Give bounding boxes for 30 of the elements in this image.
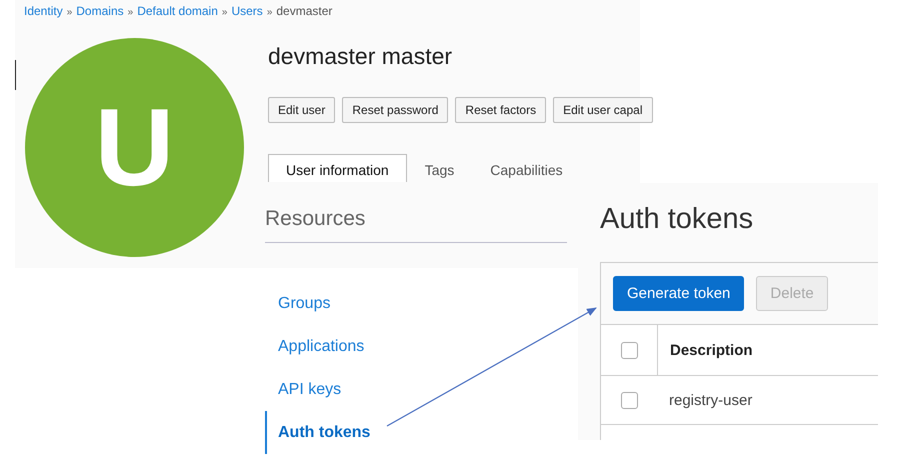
column-header: Description bbox=[669, 340, 753, 360]
breadcrumb-link[interactable]: Domains bbox=[76, 4, 124, 18]
breadcrumb-separator: » bbox=[222, 7, 228, 18]
breadcrumb-link[interactable]: Default domain bbox=[137, 4, 218, 18]
action-button[interactable]: Edit user bbox=[268, 97, 336, 123]
sidebar-link[interactable]: Groups bbox=[265, 282, 570, 325]
section-title: Resources bbox=[265, 207, 567, 243]
checkbox[interactable] bbox=[620, 392, 638, 408]
breadcrumb-current: devmaster bbox=[276, 4, 332, 18]
page-title: Auth tokens bbox=[600, 203, 754, 236]
tab[interactable]: Tags bbox=[406, 154, 472, 182]
sidebar-link[interactable]: Auth tokens bbox=[265, 411, 570, 454]
tab[interactable]: Capabilities bbox=[472, 154, 581, 182]
action-button[interactable]: Reset password bbox=[342, 97, 448, 123]
action-button[interactable]: Edit user capal bbox=[553, 97, 652, 123]
avatar: U bbox=[25, 38, 244, 257]
breadcrumb-separator: » bbox=[66, 7, 72, 18]
breadcrumb-link[interactable]: Identity bbox=[24, 4, 63, 18]
breadcrumb-link[interactable]: Users bbox=[231, 4, 263, 18]
user-name: devmaster master bbox=[268, 43, 454, 71]
generate-button[interactable]: Generate token bbox=[613, 276, 744, 311]
breadcrumb-separator: » bbox=[128, 7, 134, 18]
text-cursor bbox=[15, 60, 16, 90]
sidebar-link[interactable]: API keys bbox=[265, 368, 570, 411]
checkbox[interactable] bbox=[620, 342, 638, 358]
breadcrumb-separator: » bbox=[266, 7, 272, 18]
table-cell-text: registry-user bbox=[668, 390, 752, 410]
sidebar-link[interactable]: Applications bbox=[265, 325, 570, 368]
tab[interactable]: User information bbox=[268, 154, 407, 182]
action-button[interactable]: Reset factors bbox=[455, 97, 546, 123]
